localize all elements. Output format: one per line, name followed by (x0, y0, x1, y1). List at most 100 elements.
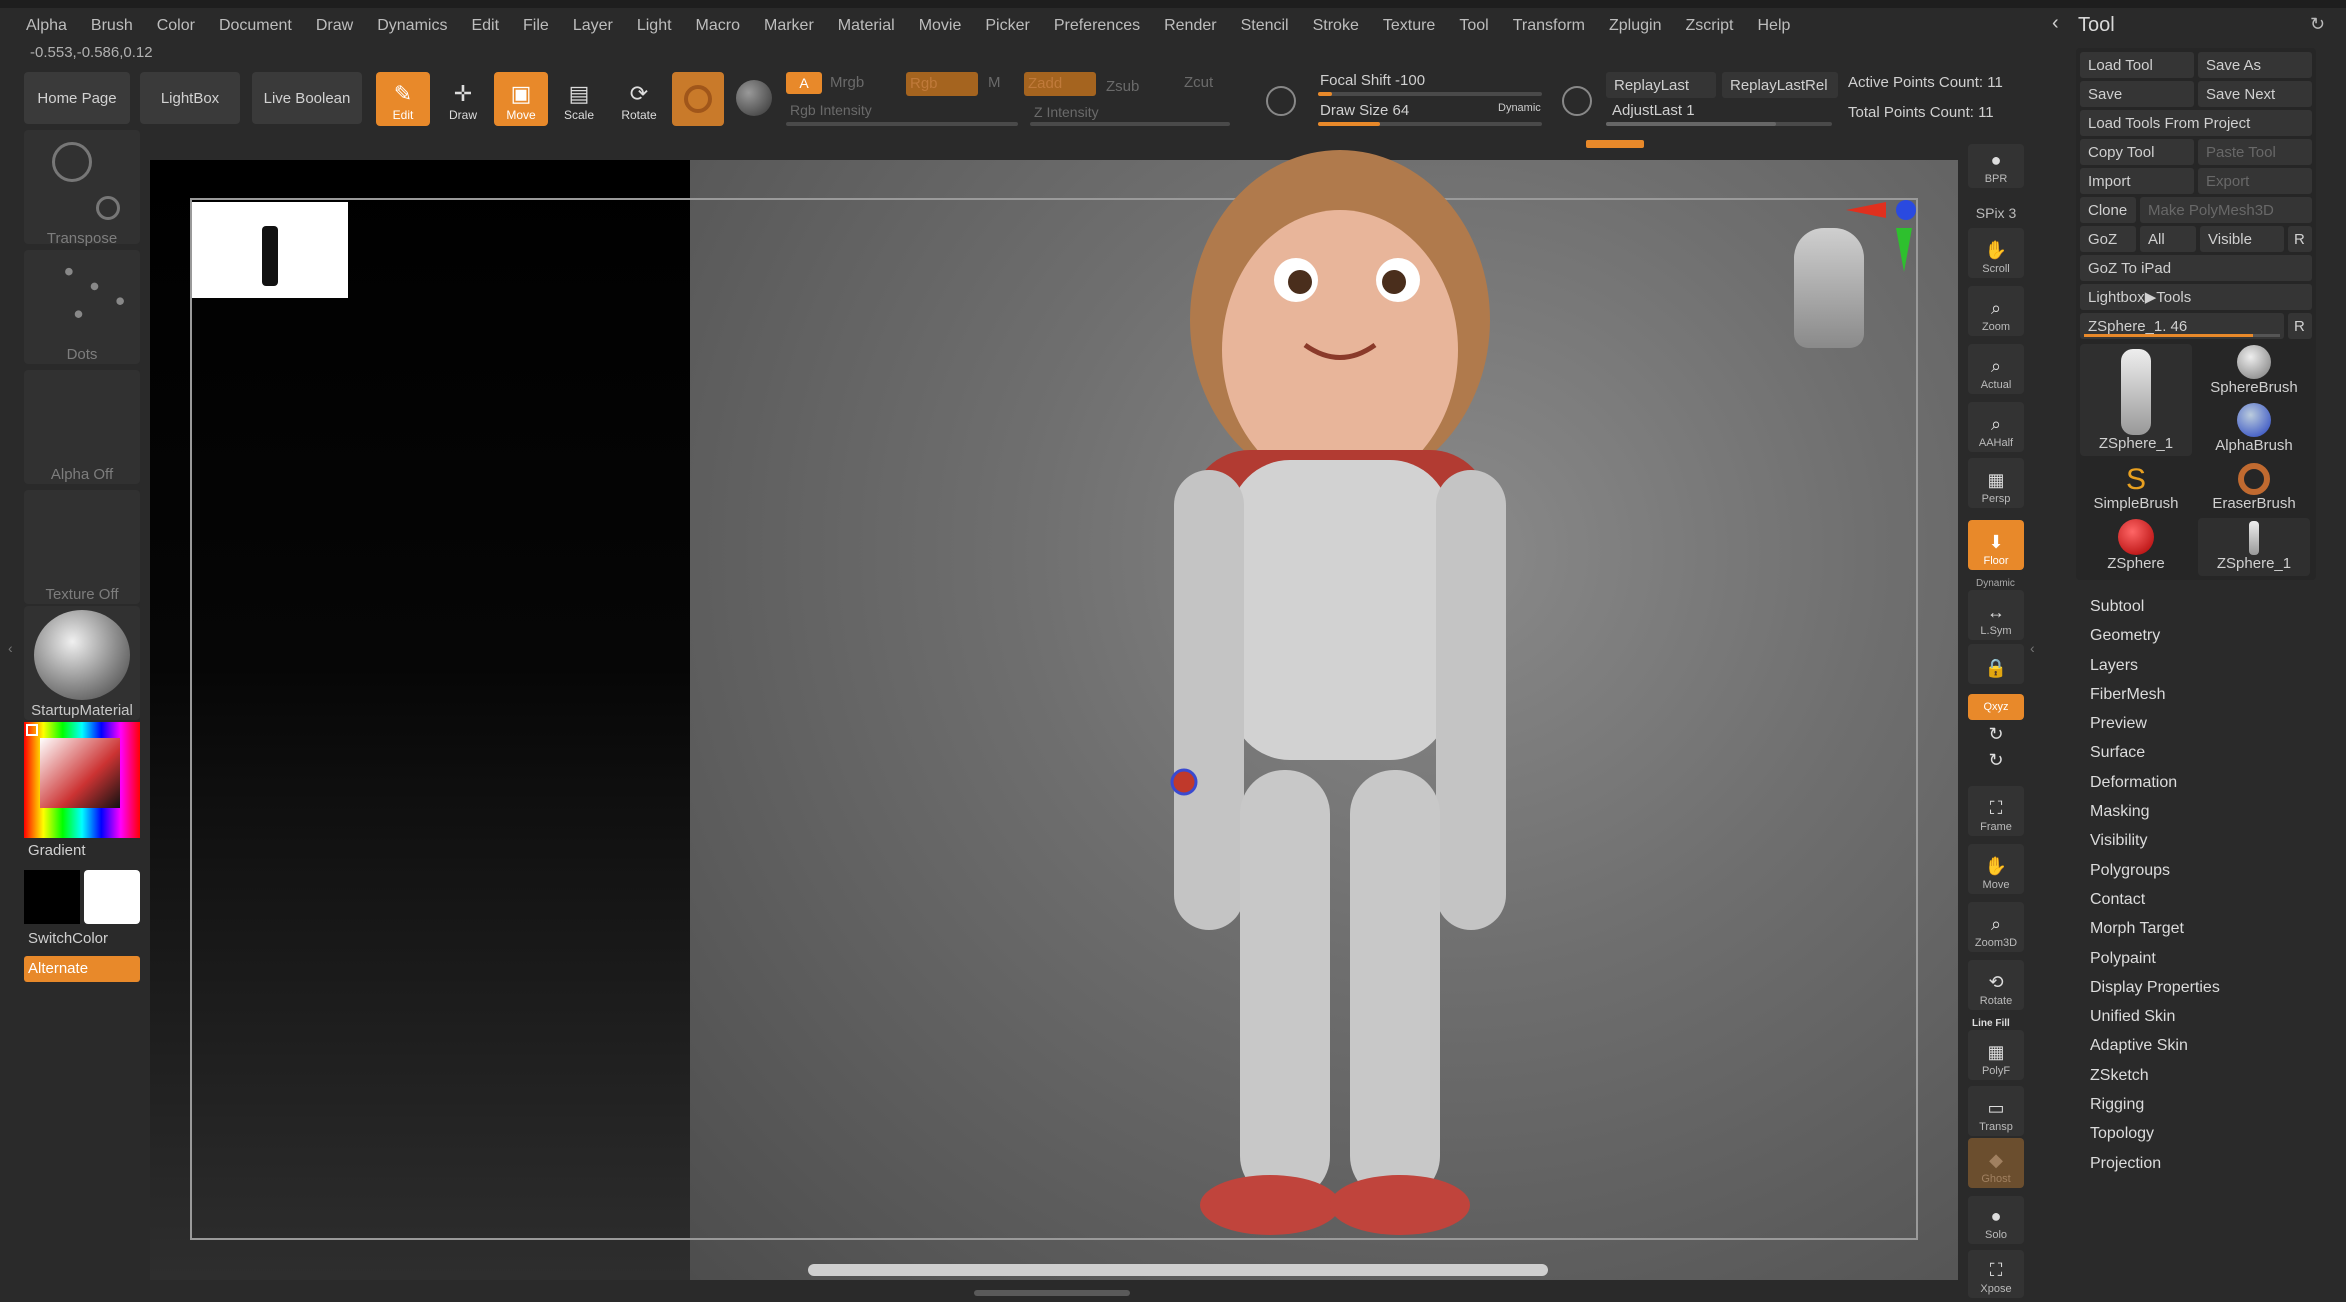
goz-all-button[interactable]: All (2140, 226, 2196, 252)
menu-dynamics[interactable]: Dynamics (377, 17, 447, 35)
qxyz-button[interactable]: Qxyz (1968, 694, 2024, 720)
tool-thumb-alphabrush[interactable]: AlphaBrush (2198, 402, 2310, 458)
tool-thumb-zsphere-1[interactable]: ZSphere_1 (2080, 344, 2192, 456)
left-tray-arrow-icon[interactable]: ‹ (8, 640, 13, 656)
switch-color-button[interactable]: SwitchColor (28, 930, 108, 947)
rotate-z-button[interactable]: ↻ (1968, 750, 2024, 776)
bottom-shelf-handle[interactable] (974, 1290, 1130, 1296)
goz-visible-button[interactable]: Visible (2200, 226, 2284, 252)
tool-thumb-spherebrush[interactable]: SphereBrush (2198, 344, 2310, 400)
export-button[interactable]: Export (2198, 168, 2312, 194)
current-tool-r-button[interactable]: R (2288, 313, 2312, 339)
scale-button[interactable]: ▤ Scale (552, 72, 606, 126)
section-subtool[interactable]: Subtool (2090, 592, 2310, 621)
section-morph-target[interactable]: Morph Target (2090, 914, 2310, 943)
make-polymesh-button[interactable]: Make PolyMesh3D (2140, 197, 2312, 223)
main-color-swatch[interactable] (24, 870, 80, 924)
menu-edit[interactable]: Edit (471, 17, 499, 35)
menu-movie[interactable]: Movie (919, 17, 962, 35)
solo-button[interactable]: ● Solo (1968, 1196, 2024, 1244)
section-geometry[interactable]: Geometry (2090, 621, 2310, 650)
load-tool-button[interactable]: Load Tool (2080, 52, 2194, 78)
material-button[interactable]: StartupMaterial (24, 606, 140, 720)
section-preview[interactable]: Preview (2090, 709, 2310, 738)
rotate-y-button[interactable]: ↻ (1968, 724, 2024, 750)
current-tool-slider[interactable]: ZSphere_1. 46 (2080, 313, 2284, 339)
menu-light[interactable]: Light (637, 17, 672, 35)
floor-button[interactable]: ⬇ Floor (1968, 520, 2024, 570)
copy-tool-button[interactable]: Copy Tool (2080, 139, 2194, 165)
alternate-button[interactable]: Alternate (24, 956, 140, 982)
section-topology[interactable]: Topology (2090, 1119, 2310, 1148)
m-toggle[interactable]: M (988, 74, 1001, 91)
stroke-s-icon[interactable] (1266, 86, 1296, 116)
right-tray-arrow-icon[interactable]: ‹ (2030, 640, 2035, 656)
tool-thumb-zsphere-1-b[interactable]: ZSphere_1 (2198, 518, 2310, 576)
section-rigging[interactable]: Rigging (2090, 1090, 2310, 1119)
zadd-toggle[interactable]: Zadd (1024, 72, 1096, 96)
tool-panel-back-icon[interactable]: ‹ (2052, 12, 2059, 35)
menu-document[interactable]: Document (219, 17, 292, 35)
draw-button[interactable]: ✛ Draw (436, 72, 490, 126)
menu-stencil[interactable]: Stencil (1241, 17, 1289, 35)
polyf-button[interactable]: ▦ PolyF (1968, 1030, 2024, 1080)
goz-r-button[interactable]: R (2288, 226, 2312, 252)
load-tools-from-project-button[interactable]: Load Tools From Project (2080, 110, 2312, 136)
draw-size-slider[interactable] (1318, 122, 1542, 126)
section-surface[interactable]: Surface (2090, 738, 2310, 767)
aahalf-button[interactable]: ⌕ AAHalf (1968, 402, 2024, 452)
frame-button[interactable]: ⛶ Frame (1968, 786, 2024, 836)
replay-last-rel-button[interactable]: ReplayLastRel (1722, 72, 1838, 98)
stroke-d-icon[interactable] (1562, 86, 1592, 116)
move-button[interactable]: ▣ Move (494, 72, 548, 126)
goz-to-ipad-button[interactable]: GoZ To iPad (2080, 255, 2312, 281)
edit-button[interactable]: ✎ Edit (376, 72, 430, 126)
actual-button[interactable]: ⌕ Actual (1968, 344, 2024, 394)
section-contact[interactable]: Contact (2090, 885, 2310, 914)
brush-preview-button[interactable] (672, 72, 724, 126)
mrgb-toggle[interactable]: Mrgb (830, 74, 864, 91)
zsub-toggle[interactable]: Zsub (1106, 78, 1139, 95)
bpr-button[interactable]: ● BPR (1968, 144, 2024, 188)
horizontal-scrollbar[interactable] (808, 1264, 1548, 1276)
ghost-button[interactable]: ◆ Ghost (1968, 1138, 2024, 1188)
menu-alpha[interactable]: Alpha (26, 17, 67, 35)
paste-tool-button[interactable]: Paste Tool (2198, 139, 2312, 165)
adjust-last-slider[interactable] (1606, 122, 1832, 126)
clone-button[interactable]: Clone (2080, 197, 2136, 223)
menu-tool[interactable]: Tool (1459, 17, 1488, 35)
active-zsphere-handle[interactable] (1170, 768, 1198, 796)
menu-stroke[interactable]: Stroke (1313, 17, 1359, 35)
gradient-label[interactable]: Gradient (28, 842, 86, 859)
menu-texture[interactable]: Texture (1383, 17, 1435, 35)
persp-button[interactable]: ▦ Persp (1968, 458, 2024, 508)
spix-slider[interactable]: SPix 3 (1968, 196, 2024, 224)
section-layers[interactable]: Layers (2090, 651, 2310, 680)
menu-help[interactable]: Help (1757, 17, 1790, 35)
rotate-view-button[interactable]: ⟲ Rotate (1968, 960, 2024, 1010)
orientation-head-icon[interactable] (1794, 228, 1864, 348)
section-display-properties[interactable]: Display Properties (2090, 973, 2310, 1002)
rgb-intensity-slider[interactable] (786, 122, 1018, 126)
secondary-color-swatch[interactable] (84, 870, 140, 924)
save-next-button[interactable]: Save Next (2198, 81, 2312, 107)
save-button[interactable]: Save (2080, 81, 2194, 107)
menu-brush[interactable]: Brush (91, 17, 133, 35)
character-model[interactable] (1100, 150, 1580, 1260)
section-polypaint[interactable]: Polypaint (2090, 944, 2310, 973)
section-fibermesh[interactable]: FiberMesh (2090, 680, 2310, 709)
menu-file[interactable]: File (523, 17, 549, 35)
replay-last-button[interactable]: ReplayLast (1606, 72, 1716, 98)
menu-marker[interactable]: Marker (764, 17, 814, 35)
zoom-button[interactable]: ⌕ Zoom (1968, 286, 2024, 336)
timeline-marker[interactable] (1586, 140, 1644, 148)
menu-layer[interactable]: Layer (573, 17, 613, 35)
home-page-button[interactable]: Home Page (24, 72, 130, 124)
rotate-button[interactable]: ⟳ Rotate (612, 72, 666, 126)
color-square[interactable] (40, 738, 120, 808)
save-as-button[interactable]: Save As (2198, 52, 2312, 78)
tool-thumb-simplebrush[interactable]: S SimpleBrush (2080, 460, 2192, 516)
lightbox-button[interactable]: LightBox (140, 72, 240, 124)
transp-button[interactable]: ▭ Transp (1968, 1086, 2024, 1136)
tool-thumb-zsphere[interactable]: ZSphere (2080, 518, 2192, 576)
